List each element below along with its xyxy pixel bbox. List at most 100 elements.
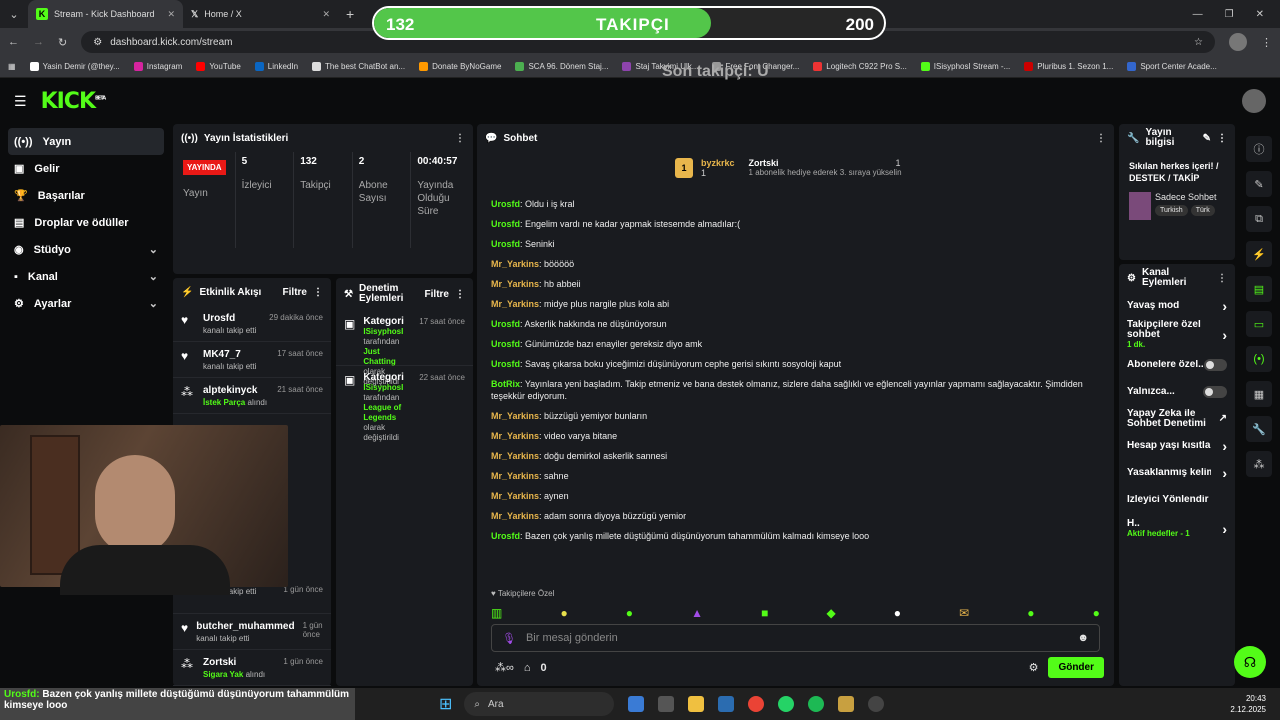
maximize-icon[interactable]: ❐ — [1225, 9, 1234, 20]
microphone-icon[interactable]: 🎙 — [502, 632, 516, 645]
filter-button[interactable]: Filtre — [425, 289, 449, 300]
chat-username[interactable]: Urosfd — [491, 531, 520, 541]
bookmark-star-icon[interactable]: ☆ — [1194, 37, 1203, 48]
wrench-icon[interactable]: 🔧 — [1246, 416, 1272, 442]
back-icon[interactable]: ← — [8, 36, 19, 48]
chat-username[interactable]: Urosfd — [491, 359, 520, 369]
kick-logo[interactable]: KICKBETA — [41, 89, 107, 114]
stack-icon[interactable]: ▦ — [1246, 381, 1272, 407]
obs-icon[interactable] — [868, 696, 885, 712]
spotify-icon[interactable] — [808, 696, 825, 712]
close-window-icon[interactable]: ✕ — [1256, 9, 1264, 20]
emote-icon[interactable]: ◆ — [826, 606, 835, 620]
bookmark-item[interactable]: Sport Center Acade... — [1127, 62, 1217, 71]
bookmark-item[interactable]: The best ChatBot an... — [312, 62, 405, 71]
emote-icon[interactable]: ● — [1093, 606, 1100, 620]
points-icon[interactable]: ⁂∞ — [495, 661, 514, 674]
emote-icon[interactable]: ● — [560, 606, 567, 620]
apps-icon[interactable]: ▦ — [8, 62, 16, 71]
bookmark-item[interactable]: Instagram — [133, 62, 182, 71]
send-button[interactable]: Gönder — [1048, 657, 1104, 678]
close-tab-icon[interactable]: ✕ — [322, 9, 330, 20]
crop-icon[interactable]: ⧉ — [1246, 206, 1272, 232]
more-options-icon[interactable]: ⋮ — [1096, 133, 1106, 144]
chat-username[interactable]: Mr_Yarkins — [491, 279, 539, 289]
bookmark-item[interactable]: Pluribus 1. Sezon 1... — [1024, 62, 1113, 71]
chat-username[interactable]: Mr_Yarkins — [491, 431, 539, 441]
bookmark-item[interactable]: Donate ByNoGame — [419, 62, 501, 71]
chat-icon[interactable]: ▭ — [1246, 311, 1272, 337]
chat-username[interactable]: Mr_Yarkins — [491, 299, 539, 309]
broadcast-icon[interactable]: (•) — [1246, 346, 1272, 372]
chrome-icon[interactable] — [748, 696, 765, 712]
chat-username[interactable]: BotRix — [491, 379, 520, 389]
chat-username[interactable]: Urosfd — [491, 199, 520, 209]
channel-action-row[interactable]: H.. Aktif hedefler - 1 › — [1119, 513, 1235, 545]
info-icon[interactable]: ⓘ — [1246, 136, 1272, 162]
more-options-icon[interactable]: ⋮ — [455, 133, 465, 144]
emote-icon[interactable]: ● — [1027, 606, 1034, 620]
folder-icon[interactable] — [688, 696, 705, 712]
more-options-icon[interactable]: ⋮ — [455, 289, 465, 300]
gear-icon[interactable]: ⚙ — [1029, 661, 1039, 674]
channel-action-row[interactable]: Yapay Zeka ile Sohbet Denetimi ↗ — [1119, 405, 1235, 432]
taskbar-app-icon[interactable] — [838, 696, 855, 712]
bookmark-item[interactable]: Logitech C922 Pro S... — [813, 62, 907, 71]
taskbar-app-icon[interactable] — [718, 696, 735, 712]
forward-icon[interactable]: → — [33, 36, 44, 48]
emote-icon[interactable]: ■ — [761, 606, 768, 620]
chat-username[interactable]: Urosfd — [491, 319, 520, 329]
bookmark-item[interactable]: LinkedIn — [254, 62, 298, 71]
bookmark-item[interactable]: Yasin Demir (@they... — [29, 62, 120, 71]
shop-icon[interactable]: ⌂ — [524, 662, 531, 674]
edit-icon[interactable]: ✎ — [1203, 133, 1211, 144]
channel-action-row[interactable]: Takipçilere özel sohbet 1 dk. › — [1119, 319, 1235, 351]
channel-action-row[interactable]: Abonelere özel... — [1119, 351, 1235, 378]
bookmark-item[interactable]: ISisyphosI Stream -... — [920, 62, 1010, 71]
chat-username[interactable]: Urosfd — [491, 219, 520, 229]
sidebar-item-stream[interactable]: ((•)) Yayın — [8, 128, 164, 155]
sidebar-item-achievements[interactable]: 🏆 Başarılar — [8, 182, 164, 209]
minimize-icon[interactable]: — — [1193, 9, 1203, 20]
close-tab-icon[interactable]: ✕ — [167, 9, 175, 20]
edit-icon[interactable]: ✎ — [1246, 171, 1272, 197]
channel-action-row[interactable]: Hesap yaşı kısıtlam › — [1119, 432, 1235, 459]
profile-avatar[interactable] — [1229, 33, 1247, 51]
chat-username[interactable]: Urosfd — [491, 239, 520, 249]
more-options-icon[interactable]: ⋮ — [1217, 133, 1227, 144]
reload-icon[interactable]: ↻ — [58, 36, 67, 49]
sidebar-item-settings[interactable]: ⚙ Ayarlar ⌄ — [8, 290, 164, 317]
tab-kick-dashboard[interactable]: K Stream - Kick Dashboard ✕ — [28, 0, 183, 28]
tab-list-icon[interactable]: ⌄ — [0, 8, 28, 21]
chat-username[interactable]: Mr_Yarkins — [491, 411, 539, 421]
sidebar-item-channel[interactable]: ▪ Kanal ⌄ — [8, 263, 164, 290]
filter-button[interactable]: Filtre — [283, 287, 307, 298]
toggle-switch[interactable] — [1203, 358, 1227, 371]
chat-username[interactable]: Mr_Yarkins — [491, 491, 539, 501]
toggle-switch[interactable] — [1203, 385, 1227, 398]
channel-action-row[interactable]: İzleyici Yönlendir — [1119, 486, 1235, 513]
tab-home-x[interactable]: 𝕏 Home / X ✕ — [183, 0, 338, 28]
more-options-icon[interactable]: ⋮ — [313, 287, 323, 298]
sidebar-item-drops[interactable]: ▤ Droplar ve ödüller — [8, 209, 164, 236]
channel-action-row[interactable]: Yavaş mod › — [1119, 292, 1235, 319]
more-options-icon[interactable]: ⋮ — [1217, 273, 1227, 284]
chat-username[interactable]: Urosfd — [491, 339, 520, 349]
support-headset-icon[interactable]: ☊ — [1234, 646, 1266, 678]
site-info-icon[interactable]: ⚙ — [93, 37, 102, 48]
taskbar-app-icon[interactable] — [658, 696, 675, 712]
emote-icon[interactable]: ▲ — [691, 606, 703, 620]
emoji-icon[interactable]: ☻ — [1077, 632, 1089, 644]
sidebar-item-revenue[interactable]: ▣ Gelir — [8, 155, 164, 182]
chat-input[interactable]: 🎙 Bir mesaj gönderin ☻ — [491, 624, 1100, 652]
chat-username[interactable]: Mr_Yarkins — [491, 471, 539, 481]
emote-icon[interactable]: ✉ — [959, 606, 969, 620]
sidebar-item-studio[interactable]: ◉ Stüdyo ⌄ — [8, 236, 164, 263]
emote-icon[interactable]: ● — [626, 606, 633, 620]
system-clock[interactable]: 20:43 2.12.2025 — [1230, 693, 1280, 715]
bolt-icon[interactable]: ⚡ — [1246, 241, 1272, 267]
points-icon[interactable]: ⁂ — [1246, 451, 1272, 477]
whatsapp-icon[interactable] — [778, 696, 795, 712]
new-tab-button[interactable]: + — [338, 6, 362, 22]
chat-username[interactable]: Mr_Yarkins — [491, 451, 539, 461]
